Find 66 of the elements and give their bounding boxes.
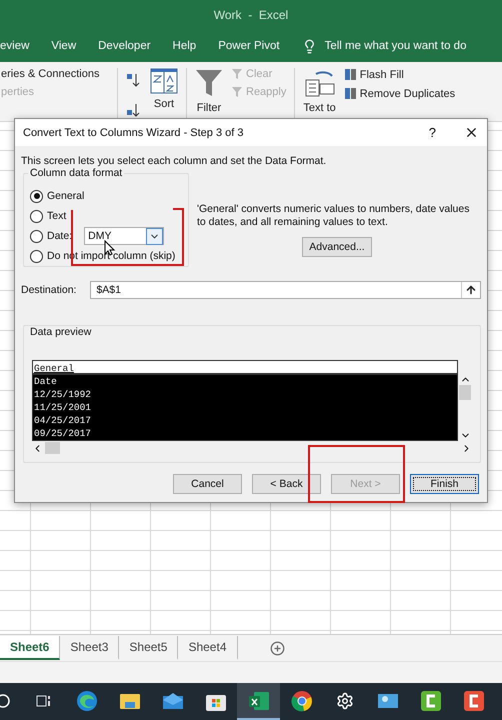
ribbon-command[interactable]: Flash Fill: [344, 68, 456, 81]
folder-icon[interactable]: [118, 692, 140, 710]
destination-label: Destination:: [21, 284, 76, 296]
radio-button[interactable]: [30, 210, 43, 222]
photo-app-icon[interactable]: [376, 692, 398, 708]
mail-icon[interactable]: [162, 692, 184, 710]
sort-ascending-icon[interactable]: [126, 72, 142, 88]
filter-button[interactable]: Filter: [196, 102, 222, 114]
ribbon-tab[interactable]: Power Pivot: [218, 40, 280, 52]
preview-cell: Date: [33, 375, 458, 388]
text-to-columns-button[interactable]: Text to: [303, 102, 336, 114]
browser-icon[interactable]: [290, 690, 312, 712]
group-legend: Column data format: [28, 167, 124, 179]
sort-icon[interactable]: [150, 68, 178, 94]
tell-me-search[interactable]: Tell me what you want to do: [324, 40, 466, 52]
columns-icon: [344, 68, 357, 81]
ribbon-command[interactable]: Remove Duplicates: [344, 87, 456, 100]
columns-icon: [344, 87, 357, 100]
ribbon-tab[interactable]: eview: [0, 40, 30, 52]
spreadsheet-app-icon[interactable]: [248, 690, 270, 710]
group-legend: Data preview: [28, 326, 94, 338]
close-icon[interactable]: [464, 125, 479, 140]
sort-button[interactable]: Sort: [154, 98, 174, 110]
format-description: 'General' converts numeric values to numbers, date values to dates, and all remaining values to text.: [197, 203, 470, 229]
settings-icon[interactable]: [336, 692, 354, 710]
collapse-icon[interactable]: [465, 284, 477, 296]
ribbon-tab[interactable]: Help: [172, 40, 196, 52]
destination-field[interactable]: $A$1: [90, 281, 481, 299]
filter-icon[interactable]: [195, 68, 223, 98]
dialog-button[interactable]: Finish: [410, 474, 479, 494]
sheet-tab[interactable]: Sheet5: [119, 636, 178, 660]
preview-cell: 09/25/2017: [33, 427, 458, 440]
scrollbar-thumb[interactable]: [459, 385, 472, 400]
radio-button[interactable]: [30, 230, 43, 242]
add-sheet-icon[interactable]: [270, 640, 284, 656]
intro-text: This screen lets you select each column and set the Data Format.: [21, 155, 328, 167]
app-icon[interactable]: [420, 690, 442, 712]
help-button[interactable]: ?: [428, 125, 436, 140]
sort-descending-icon[interactable]: [126, 102, 142, 118]
preview-cell: 04/25/2017: [33, 414, 458, 427]
preview-cell: 12/25/1992: [33, 388, 458, 401]
ribbon-tab[interactable]: View: [51, 40, 76, 52]
sheet-tab[interactable]: Sheet4: [178, 636, 238, 660]
browser-icon[interactable]: [76, 690, 98, 712]
ribbon-command[interactable]: eries & Connections: [1, 68, 100, 80]
filter-icon: [231, 86, 243, 98]
window-title: Work - Excel: [214, 8, 288, 22]
task-view-icon[interactable]: [36, 694, 52, 708]
filter-icon: [231, 68, 243, 80]
option-label[interactable]: Date:: [47, 230, 72, 242]
ribbon-tab[interactable]: Developer: [98, 40, 151, 52]
sheet-tab[interactable]: Sheet6: [0, 636, 60, 660]
dialog-title: Convert Text to Columns Wizard - Step 3 of 3: [23, 126, 244, 138]
sheet-tab[interactable]: Sheet3: [60, 636, 120, 660]
option-label[interactable]: Text: [47, 210, 66, 222]
radio-button[interactable]: [30, 250, 43, 262]
app-icon[interactable]: [462, 690, 484, 712]
scrollbar-thumb[interactable]: [45, 442, 60, 454]
advanced-button[interactable]: Advanced...: [302, 237, 372, 257]
preview-cell: 11/25/2001: [33, 401, 458, 414]
option-label[interactable]: General: [47, 190, 84, 202]
column-header[interactable]: General: [33, 361, 458, 375]
dialog-button[interactable]: Cancel: [173, 474, 242, 494]
radio-button[interactable]: [30, 190, 43, 202]
dialog-button[interactable]: < Back: [252, 474, 321, 494]
date-format-dropdown[interactable]: DMY: [84, 227, 164, 245]
